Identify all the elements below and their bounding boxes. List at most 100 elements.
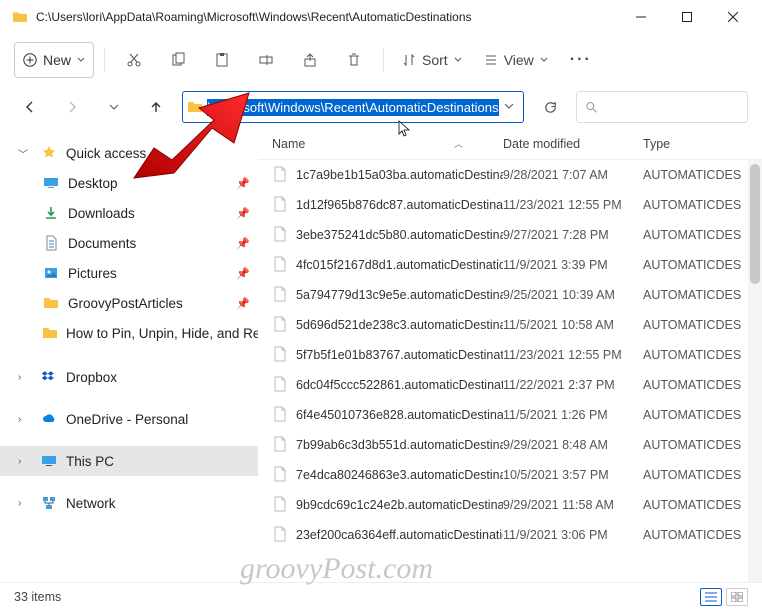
column-headers: Name︿ Date modified Type bbox=[258, 128, 762, 160]
arrow-up-icon bbox=[149, 100, 163, 114]
sort-button[interactable]: Sort bbox=[394, 42, 470, 78]
view-details-button[interactable] bbox=[700, 588, 722, 606]
file-type: AUTOMATICDES bbox=[643, 348, 762, 362]
forward-button[interactable] bbox=[56, 91, 88, 123]
file-explorer-window: C:\Users\lori\AppData\Roaming\Microsoft\… bbox=[0, 0, 762, 610]
sidebar-item-folder[interactable]: GroovyPostArticles📌 bbox=[0, 288, 258, 318]
paste-button[interactable] bbox=[203, 42, 241, 78]
sidebar-item-network[interactable]: ›Network bbox=[0, 488, 258, 518]
file-row[interactable]: 5f7b5f1e01b83767.automaticDestination..1… bbox=[258, 340, 762, 370]
sidebar-item-onedrive[interactable]: ›OneDrive - Personal bbox=[0, 404, 258, 434]
minimize-button[interactable] bbox=[618, 1, 664, 33]
column-name[interactable]: Name︿ bbox=[258, 137, 503, 151]
copy-button[interactable] bbox=[159, 42, 197, 78]
view-button[interactable]: View bbox=[476, 42, 556, 78]
address-bar[interactable]: \Microsoft\Windows\Recent\AutomaticDesti… bbox=[182, 91, 524, 123]
sort-asc-icon: ︿ bbox=[454, 137, 463, 150]
file-row[interactable]: 6dc04f5ccc522861.automaticDestination..1… bbox=[258, 370, 762, 400]
network-icon bbox=[40, 495, 58, 511]
file-icon bbox=[272, 196, 288, 215]
file-row[interactable]: 1d12f965b876dc87.automaticDestination..1… bbox=[258, 190, 762, 220]
file-name: 7e4dca80246863e3.automaticDestination.. bbox=[296, 468, 503, 482]
sidebar-item-desktop[interactable]: Desktop📌 bbox=[0, 168, 258, 198]
file-name: 9b9cdc69c1c24e2b.automaticDestination.. bbox=[296, 498, 503, 512]
file-type: AUTOMATICDES bbox=[643, 198, 762, 212]
scrollbar-thumb[interactable] bbox=[750, 164, 760, 284]
folder-icon bbox=[187, 99, 203, 115]
file-type: AUTOMATICDES bbox=[643, 408, 762, 422]
sidebar-item-downloads[interactable]: Downloads📌 bbox=[0, 198, 258, 228]
address-bar-row: \Microsoft\Windows\Recent\AutomaticDesti… bbox=[0, 86, 762, 128]
scrollbar[interactable] bbox=[748, 160, 762, 582]
maximize-button[interactable] bbox=[664, 1, 710, 33]
pin-icon: 📌 bbox=[236, 177, 250, 190]
sidebar-item-dropbox[interactable]: ›Dropbox bbox=[0, 362, 258, 392]
recent-locations-button[interactable] bbox=[98, 91, 130, 123]
file-row[interactable]: 9b9cdc69c1c24e2b.automaticDestination..9… bbox=[258, 490, 762, 520]
search-input[interactable] bbox=[604, 100, 739, 115]
column-date[interactable]: Date modified bbox=[503, 137, 643, 151]
file-type: AUTOMATICDES bbox=[643, 498, 762, 512]
chevron-right-icon: › bbox=[18, 456, 32, 467]
file-name: 5d696d521de238c3.automaticDestination.. bbox=[296, 318, 503, 332]
back-button[interactable] bbox=[14, 91, 46, 123]
sort-icon bbox=[402, 53, 416, 67]
file-icon bbox=[272, 226, 288, 245]
file-icon bbox=[272, 496, 288, 515]
file-type: AUTOMATICDES bbox=[643, 258, 762, 272]
titlebar: C:\Users\lori\AppData\Roaming\Microsoft\… bbox=[0, 0, 762, 34]
file-name: 1c7a9be1b15a03ba.automaticDestination.. bbox=[296, 168, 503, 182]
window-title: C:\Users\lori\AppData\Roaming\Microsoft\… bbox=[36, 10, 618, 24]
chevron-right-icon: › bbox=[18, 498, 32, 509]
address-dropdown-button[interactable] bbox=[499, 98, 519, 116]
folder-icon bbox=[12, 9, 28, 25]
pin-icon: 📌 bbox=[236, 297, 250, 310]
more-button[interactable]: ··· bbox=[562, 42, 600, 78]
sidebar-item-pictures[interactable]: Pictures📌 bbox=[0, 258, 258, 288]
rename-button[interactable] bbox=[247, 42, 285, 78]
pin-icon: 📌 bbox=[236, 207, 250, 220]
file-icon bbox=[272, 436, 288, 455]
sidebar-item-this-pc[interactable]: ›This PC bbox=[0, 446, 258, 476]
file-row[interactable]: 5d696d521de238c3.automaticDestination..1… bbox=[258, 310, 762, 340]
status-bar: 33 items bbox=[0, 582, 762, 610]
address-path[interactable]: \Microsoft\Windows\Recent\AutomaticDesti… bbox=[207, 99, 499, 116]
new-button[interactable]: New bbox=[14, 42, 94, 78]
sidebar-item-quick-access[interactable]: ﹀ Quick access bbox=[0, 138, 258, 168]
sidebar-item-documents[interactable]: Documents📌 bbox=[0, 228, 258, 258]
desktop-icon bbox=[42, 175, 60, 191]
file-row[interactable]: 6f4e45010736e828.automaticDestination..1… bbox=[258, 400, 762, 430]
chevron-down-icon bbox=[454, 56, 462, 64]
share-button[interactable] bbox=[291, 42, 329, 78]
cloud-icon bbox=[40, 411, 58, 427]
refresh-button[interactable] bbox=[534, 91, 566, 123]
file-row[interactable]: 3ebe375241dc5b80.automaticDestination..9… bbox=[258, 220, 762, 250]
file-row[interactable]: 4fc015f2167d8d1.automaticDestinations-..… bbox=[258, 250, 762, 280]
dropbox-icon bbox=[40, 369, 58, 385]
file-date: 11/5/2021 1:26 PM bbox=[503, 408, 643, 422]
sidebar-item-folder[interactable]: How to Pin, Unpin, Hide, and Re bbox=[0, 318, 258, 348]
delete-button[interactable] bbox=[335, 42, 373, 78]
file-date: 9/27/2021 7:28 PM bbox=[503, 228, 643, 242]
file-row[interactable]: 7e4dca80246863e3.automaticDestination..1… bbox=[258, 460, 762, 490]
copy-icon bbox=[170, 52, 186, 68]
file-date: 11/23/2021 12:55 PM bbox=[503, 348, 643, 362]
file-list: 1c7a9be1b15a03ba.automaticDestination..9… bbox=[258, 160, 762, 582]
close-button[interactable] bbox=[710, 1, 756, 33]
up-button[interactable] bbox=[140, 91, 172, 123]
list-icon bbox=[705, 592, 717, 602]
file-row[interactable]: 7b99ab6c3d3b551d.automaticDestination..9… bbox=[258, 430, 762, 460]
file-type: AUTOMATICDES bbox=[643, 288, 762, 302]
search-box[interactable] bbox=[576, 91, 748, 123]
file-list-pane: Name︿ Date modified Type 1c7a9be1b15a03b… bbox=[258, 128, 762, 582]
plus-icon bbox=[23, 53, 37, 67]
file-row[interactable]: 1c7a9be1b15a03ba.automaticDestination..9… bbox=[258, 160, 762, 190]
pc-icon bbox=[40, 453, 58, 469]
cut-button[interactable] bbox=[115, 42, 153, 78]
file-row[interactable]: 5a794779d13c9e5e.automaticDestination..9… bbox=[258, 280, 762, 310]
file-name: 5f7b5f1e01b83767.automaticDestination.. bbox=[296, 348, 503, 362]
view-thumbnails-button[interactable] bbox=[726, 588, 748, 606]
file-row[interactable]: 23ef200ca6364eff.automaticDestinations-.… bbox=[258, 520, 762, 550]
file-date: 9/28/2021 7:07 AM bbox=[503, 168, 643, 182]
column-type[interactable]: Type bbox=[643, 137, 762, 151]
